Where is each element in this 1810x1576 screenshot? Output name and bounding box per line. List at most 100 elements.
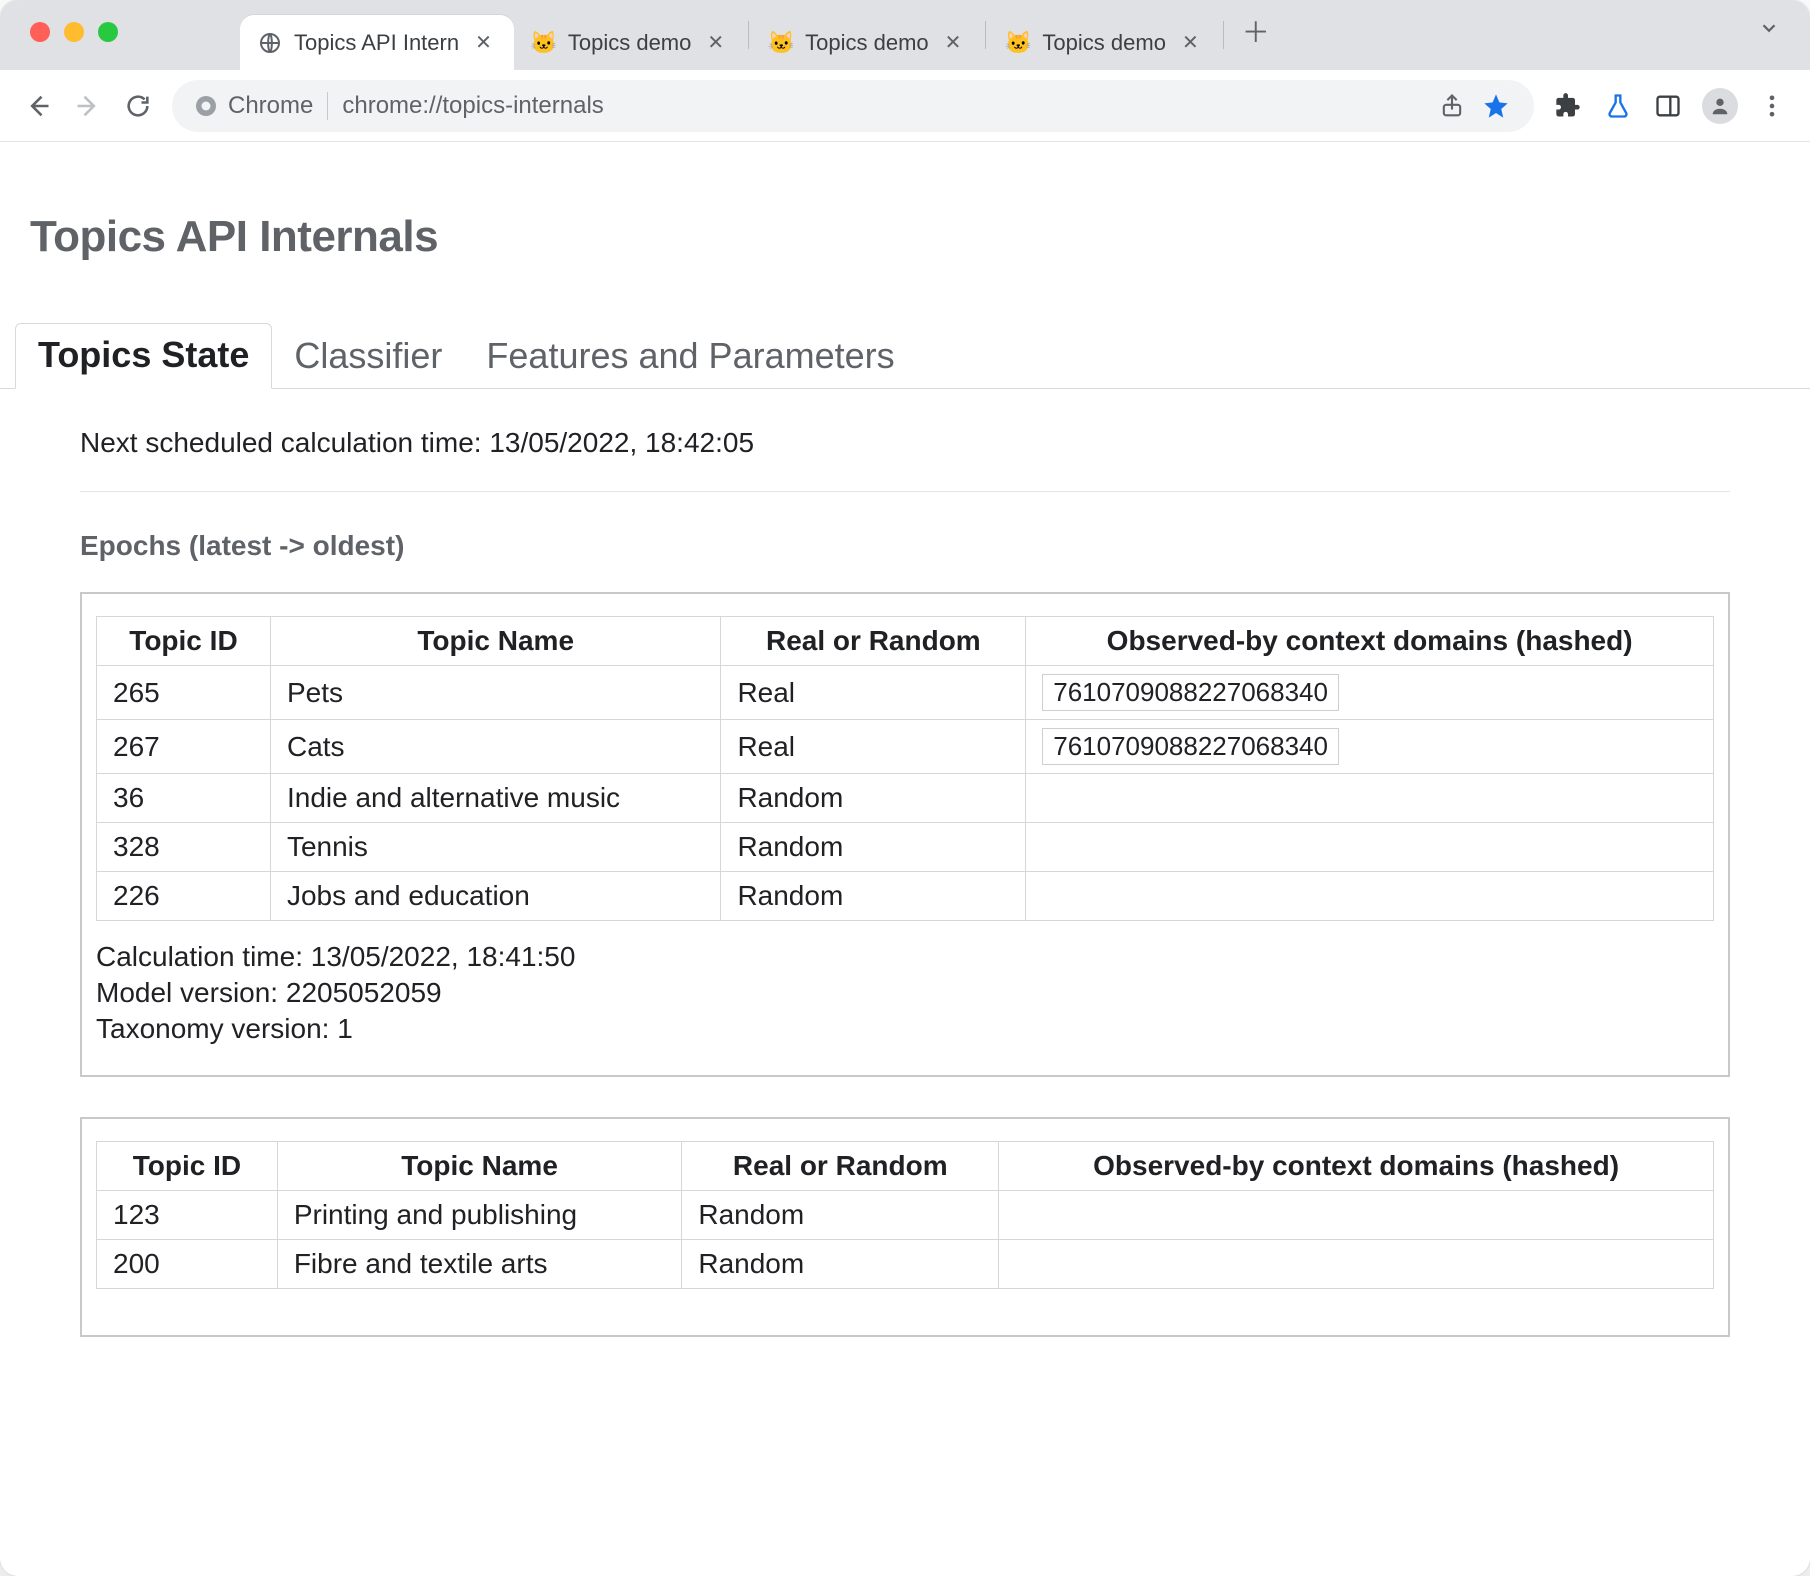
col-topic-name: Topic Name: [277, 1142, 682, 1191]
maximize-window-button[interactable]: [98, 22, 118, 42]
table-row: 226 Jobs and education Random: [97, 872, 1714, 921]
address-bar[interactable]: Chrome chrome://topics-internals: [172, 80, 1534, 132]
cell-kind: Random: [682, 1191, 999, 1240]
tab-title: Topics API Intern: [294, 30, 459, 56]
table-header-row: Topic ID Topic Name Real or Random Obser…: [97, 1142, 1714, 1191]
col-topic-id: Topic ID: [97, 1142, 278, 1191]
close-tab-icon[interactable]: ✕: [941, 30, 966, 55]
profile-avatar[interactable]: [1702, 88, 1738, 124]
omnibox-divider: [327, 92, 328, 120]
new-tab-button[interactable]: ＋: [1236, 11, 1276, 51]
cell-id: 328: [97, 823, 271, 872]
col-hashed: Observed-by context domains (hashed): [999, 1142, 1714, 1191]
table-row: 267 Cats Real 7610709088227068340: [97, 720, 1714, 774]
cell-kind: Random: [682, 1240, 999, 1289]
cell-hash: [1026, 872, 1714, 921]
close-tab-icon[interactable]: ✕: [1178, 30, 1203, 55]
cell-kind: Random: [721, 872, 1026, 921]
table-row: 36 Indie and alternative music Random: [97, 774, 1714, 823]
cat-icon: 🐱: [532, 31, 556, 55]
hash-chip[interactable]: 7610709088227068340: [1042, 728, 1339, 765]
col-topic-id: Topic ID: [97, 617, 271, 666]
cell-id: 36: [97, 774, 271, 823]
col-real-random: Real or Random: [682, 1142, 999, 1191]
tab-topics-state[interactable]: Topics State: [15, 323, 272, 389]
divider: [80, 491, 1730, 492]
bookmark-icon[interactable]: [1480, 90, 1512, 122]
taxonomy-version-value: 1: [337, 1013, 353, 1044]
hash-chip[interactable]: 7610709088227068340: [1042, 674, 1339, 711]
cell-hash: [999, 1240, 1714, 1289]
kebab-menu-icon[interactable]: [1756, 90, 1788, 122]
cell-kind: Real: [721, 720, 1026, 774]
cell-hash: [1026, 774, 1714, 823]
browser-window: Topics API Intern ✕ 🐱 Topics demo ✕ 🐱 To…: [0, 0, 1810, 1576]
model-version-line: Model version: 2205052059: [96, 977, 1714, 1009]
share-icon[interactable]: [1436, 90, 1468, 122]
close-window-button[interactable]: [30, 22, 50, 42]
window-controls: [30, 22, 118, 42]
labs-icon[interactable]: [1602, 90, 1634, 122]
epoch-box: Topic ID Topic Name Real or Random Obser…: [80, 1117, 1730, 1337]
cell-name: Printing and publishing: [277, 1191, 682, 1240]
model-version-label: Model version:: [96, 977, 278, 1008]
reload-button[interactable]: [122, 90, 154, 122]
table-row: 328 Tennis Random: [97, 823, 1714, 872]
cell-id: 265: [97, 666, 271, 720]
browser-tab[interactable]: 🐱 Topics demo ✕: [514, 15, 746, 70]
taxonomy-version-line: Taxonomy version: 1: [96, 1013, 1714, 1045]
model-version-value: 2205052059: [286, 977, 442, 1008]
tab-separator: [748, 21, 749, 49]
browser-tab[interactable]: Topics API Intern ✕: [240, 15, 514, 70]
cell-hash: [999, 1191, 1714, 1240]
cell-name: Pets: [270, 666, 720, 720]
browser-tab[interactable]: 🐱 Topics demo ✕: [988, 15, 1220, 70]
url-text: chrome://topics-internals: [342, 92, 1422, 120]
tab-separator: [985, 21, 986, 49]
close-tab-icon[interactable]: ✕: [471, 30, 496, 55]
cell-kind: Random: [721, 823, 1026, 872]
calc-time-label: Calculation time:: [96, 941, 303, 972]
forward-button[interactable]: [72, 90, 104, 122]
cat-icon: 🐱: [769, 31, 793, 55]
site-identity[interactable]: Chrome: [194, 92, 313, 120]
globe-icon: [258, 31, 282, 55]
taxonomy-version-label: Taxonomy version:: [96, 1013, 329, 1044]
table-header-row: Topic ID Topic Name Real or Random Obser…: [97, 617, 1714, 666]
col-hashed: Observed-by context domains (hashed): [1026, 617, 1714, 666]
epoch-box: Topic ID Topic Name Real or Random Obser…: [80, 592, 1730, 1077]
cell-hash: [1026, 823, 1714, 872]
col-topic-name: Topic Name: [270, 617, 720, 666]
tab-strip: Topics API Intern ✕ 🐱 Topics demo ✕ 🐱 To…: [0, 0, 1810, 70]
tab-features-params[interactable]: Features and Parameters: [464, 325, 916, 389]
cell-hash: 7610709088227068340: [1026, 666, 1714, 720]
chrome-icon: [194, 94, 218, 118]
cell-name: Fibre and textile arts: [277, 1240, 682, 1289]
tab-title: Topics demo: [568, 30, 692, 56]
cell-name: Tennis: [270, 823, 720, 872]
tab-overflow-button[interactable]: [1758, 17, 1780, 45]
side-panel-icon[interactable]: [1652, 90, 1684, 122]
browser-tab[interactable]: 🐱 Topics demo ✕: [751, 15, 983, 70]
tab-separator: [1223, 21, 1224, 49]
cell-kind: Real: [721, 666, 1026, 720]
back-button[interactable]: [22, 90, 54, 122]
cell-id: 226: [97, 872, 271, 921]
cell-name: Indie and alternative music: [270, 774, 720, 823]
col-real-random: Real or Random: [721, 617, 1026, 666]
person-icon: [1709, 95, 1731, 117]
topics-state-panel: Next scheduled calculation time: 13/05/2…: [30, 389, 1780, 1337]
cell-hash: 7610709088227068340: [1026, 720, 1714, 774]
page-tabs: Topics State Classifier Features and Par…: [0, 322, 1810, 389]
tab-title: Topics demo: [805, 30, 929, 56]
cell-id: 123: [97, 1191, 278, 1240]
site-identity-label: Chrome: [228, 92, 313, 120]
tab-classifier[interactable]: Classifier: [272, 325, 464, 389]
page-content: Topics API Internals Topics State Classi…: [0, 142, 1810, 1576]
minimize-window-button[interactable]: [64, 22, 84, 42]
epoch-table: Topic ID Topic Name Real or Random Obser…: [96, 616, 1714, 921]
table-row: 265 Pets Real 7610709088227068340: [97, 666, 1714, 720]
close-tab-icon[interactable]: ✕: [703, 30, 728, 55]
cell-id: 267: [97, 720, 271, 774]
extensions-icon[interactable]: [1552, 90, 1584, 122]
